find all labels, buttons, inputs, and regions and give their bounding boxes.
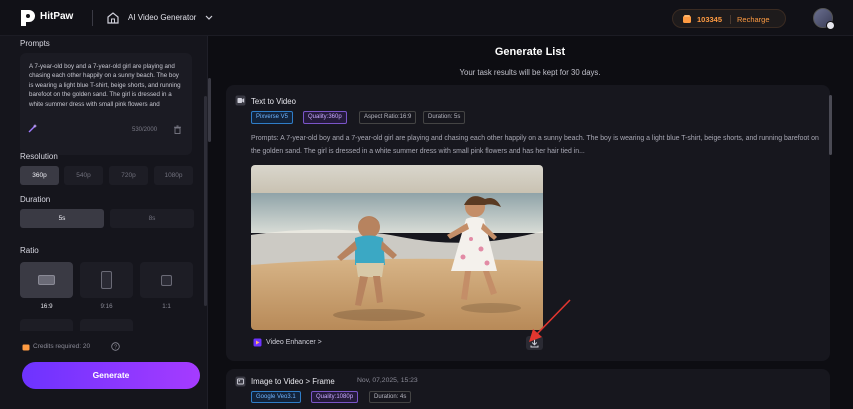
model-tag: Google Veo3.1 xyxy=(251,391,301,403)
credits-required: Credits required: 20 xyxy=(33,343,91,350)
image-to-video-icon xyxy=(235,376,246,387)
recharge-link[interactable]: Recharge xyxy=(737,15,770,24)
task-prompt-text: Prompts: A 7-year-old boy and a 7-year-o… xyxy=(251,135,819,155)
ratio-option-9-16[interactable] xyxy=(80,262,133,298)
magic-wand-icon[interactable] xyxy=(28,123,38,133)
home-icon[interactable] xyxy=(106,11,120,25)
ratio-label-1-1: 1:1 xyxy=(162,303,171,310)
hitpaw-logo-icon[interactable] xyxy=(18,8,38,28)
ratio-option-more-1[interactable] xyxy=(20,319,73,331)
prompt-text[interactable]: A 7-year-old boy and a 7-year-old girl a… xyxy=(29,62,181,118)
generate-button[interactable]: Generate xyxy=(22,362,200,389)
model-tag: Pixverse V5 xyxy=(251,111,294,124)
ratio-label-9-16: 9:16 xyxy=(100,303,113,310)
prompts-label: Prompts xyxy=(20,39,50,48)
red-arrow-annotation xyxy=(529,299,571,342)
coin-icon xyxy=(683,15,691,23)
square-ratio-icon xyxy=(161,275,172,286)
duration-label: Duration xyxy=(20,195,51,204)
topbar-divider xyxy=(92,10,93,26)
quality-tag: Quality:1080p xyxy=(311,391,359,403)
help-icon[interactable]: ? xyxy=(111,342,120,351)
credits-pill[interactable]: 103345 Recharge xyxy=(672,9,786,28)
prompt-scrollbar[interactable] xyxy=(208,78,211,142)
portrait-ratio-icon xyxy=(101,271,112,289)
app-title-dropdown[interactable]: AI Video Generator xyxy=(128,13,196,22)
chevron-down-icon[interactable] xyxy=(204,12,214,22)
task-type-title: Text to Video xyxy=(251,97,296,106)
video-enhancer-icon[interactable] xyxy=(253,338,262,347)
page-subtitle: Your task results will be kept for 30 da… xyxy=(459,68,601,77)
ratio-option-more-2[interactable] xyxy=(80,319,133,331)
text-to-video-icon xyxy=(235,95,246,106)
prompt-textarea[interactable]: A 7-year-old boy and a 7-year-old girl a… xyxy=(20,53,211,155)
duration-tag: Duration: 4s xyxy=(369,391,412,403)
resolution-label: Resolution xyxy=(20,152,58,161)
task-card-image-to-video: Image to Video > Frame Nov, 07,2025, 15:… xyxy=(226,369,830,409)
video-thumbnail[interactable] xyxy=(251,165,543,330)
ratio-label-16-9: 16:9 xyxy=(40,303,53,310)
svg-text:?: ? xyxy=(114,345,117,351)
video-enhancer-link[interactable]: Video Enhancer > xyxy=(266,339,322,346)
landscape-ratio-icon xyxy=(38,275,55,285)
avatar-badge-icon xyxy=(826,21,835,30)
quality-tag: Quality:360p xyxy=(303,111,347,124)
task-date: Nov, 07,2025, 15:23 xyxy=(357,377,418,384)
resolution-option-720p[interactable]: 720p xyxy=(109,166,148,185)
duration-option-5s[interactable]: 5s xyxy=(20,209,104,228)
settings-panel: Prompts A 7-year-old boy and a 7-year-ol… xyxy=(0,36,211,409)
char-count: 530/2000 xyxy=(132,127,158,133)
panel-scrollbar[interactable] xyxy=(204,96,207,306)
credits-divider xyxy=(730,15,731,24)
list-scrollbar[interactable] xyxy=(829,95,832,155)
ratio-label: Ratio xyxy=(20,246,39,255)
resolution-option-1080p[interactable]: 1080p xyxy=(154,166,193,185)
duration-tag: Duration: 5s xyxy=(423,111,466,124)
ratio-option-16-9[interactable] xyxy=(20,262,73,298)
brand-name: HitPaw xyxy=(40,11,74,22)
duration-option-8s[interactable]: 8s xyxy=(110,209,194,228)
resolution-option-360p[interactable]: 360p xyxy=(20,166,59,185)
credits-balance: 103345 xyxy=(697,15,723,24)
aspect-ratio-tag: Aspect Ratio:16:9 xyxy=(359,111,417,124)
task-type-title: Image to Video > Frame xyxy=(251,377,335,386)
trash-icon[interactable] xyxy=(173,125,182,134)
ratio-option-1-1[interactable] xyxy=(140,262,193,298)
top-bar: HitPaw AI Video Generator 103345 Recharg… xyxy=(0,0,853,36)
coin-icon xyxy=(22,344,30,351)
resolution-option-540p[interactable]: 540p xyxy=(64,166,103,185)
page-title: Generate List xyxy=(494,46,566,58)
